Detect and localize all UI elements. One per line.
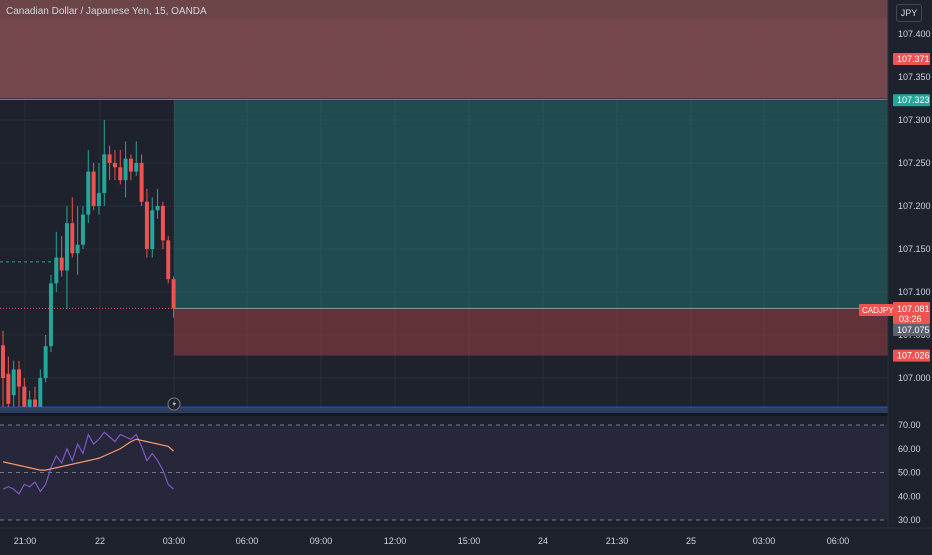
rsi-tick-label: 50.00 [898,468,921,478]
currency-button[interactable]: JPY [896,4,922,22]
candle-body [107,154,112,163]
stop-zone [174,308,888,356]
candle-body [139,163,144,202]
price-tick-label: 107.400 [898,29,931,39]
target-zone [174,100,888,309]
badge-countdown: 03:26 [899,314,922,324]
candle-body [11,369,16,396]
badge-entry: 107.075 [897,325,930,335]
rsi-tick-label: 40.00 [898,491,921,501]
time-tick-label: 21:00 [14,536,37,546]
time-tick-label: 06:00 [827,536,850,546]
candle-body [1,345,5,378]
candle-body [86,171,91,215]
price-tick-label: 107.250 [898,158,931,168]
time-tick-label: 21:30 [606,536,629,546]
time-tick-label: 25 [686,536,696,546]
time-tick-label: 09:00 [310,536,333,546]
candle-body [16,369,21,387]
candle-body [118,167,123,181]
candle-body [22,386,27,409]
candle-body [6,373,11,404]
candle-body [70,223,75,254]
price-tick-label: 107.000 [898,373,931,383]
candle-body [64,223,69,271]
pane-separator [0,413,888,416]
candle-body [128,158,133,172]
rsi-tick-label: 70.00 [898,420,921,430]
badge-symbol: CADJPY [862,306,894,315]
badge-stop: 107.026 [897,351,930,361]
price-tick-label: 107.100 [898,287,931,297]
badge-upper-zone: 107.371 [897,54,930,64]
rsi-tick-label: 30.00 [898,515,921,525]
candle-body [171,279,176,309]
badge-last-price: 107.081 [897,304,930,314]
candle-body [80,214,85,245]
time-tick-label: 15:00 [458,536,481,546]
price-tick-label: 107.350 [898,72,931,82]
candle-body [166,240,171,280]
candle-body [59,257,64,271]
chart-root[interactable]: 107.400 107.350 107.300 107.250 107.200 107.1… [0,0,932,550]
candle-body [91,171,96,206]
time-tick-label: 06:00 [236,536,259,546]
candle-body [144,201,149,249]
symbol-title[interactable]: Canadian Dollar / Japanese Yen, 15, OAND… [6,6,207,17]
candle-body [112,163,117,168]
candle-body [150,210,155,249]
rsi-tick-label: 60.00 [898,444,921,454]
lightning-icon [167,397,181,411]
price-tick-label: 107.300 [898,115,931,125]
price-tick-label: 107.150 [898,244,931,254]
candle-body [96,193,101,206]
candle-body [134,163,139,172]
time-tick-label: 12:00 [384,536,407,546]
time-tick-label: 03:00 [753,536,776,546]
price-chart[interactable]: 107.400 107.350 107.300 107.250 107.200 107.1… [0,0,932,550]
candle-body [102,154,107,194]
time-tick-label: 22 [95,536,105,546]
candle-body [160,206,165,241]
candle-body [54,257,59,284]
time-tick-label: 03:00 [163,536,186,546]
candle-body [43,346,48,378]
bottom-band [0,407,888,413]
time-tick-label: 24 [538,536,548,546]
badge-target: 107.323 [897,95,930,105]
candle-body [155,206,160,211]
candle-body [123,158,128,181]
candle-body [48,283,53,347]
price-tick-label: 107.200 [898,201,931,211]
candle-body [75,244,80,254]
